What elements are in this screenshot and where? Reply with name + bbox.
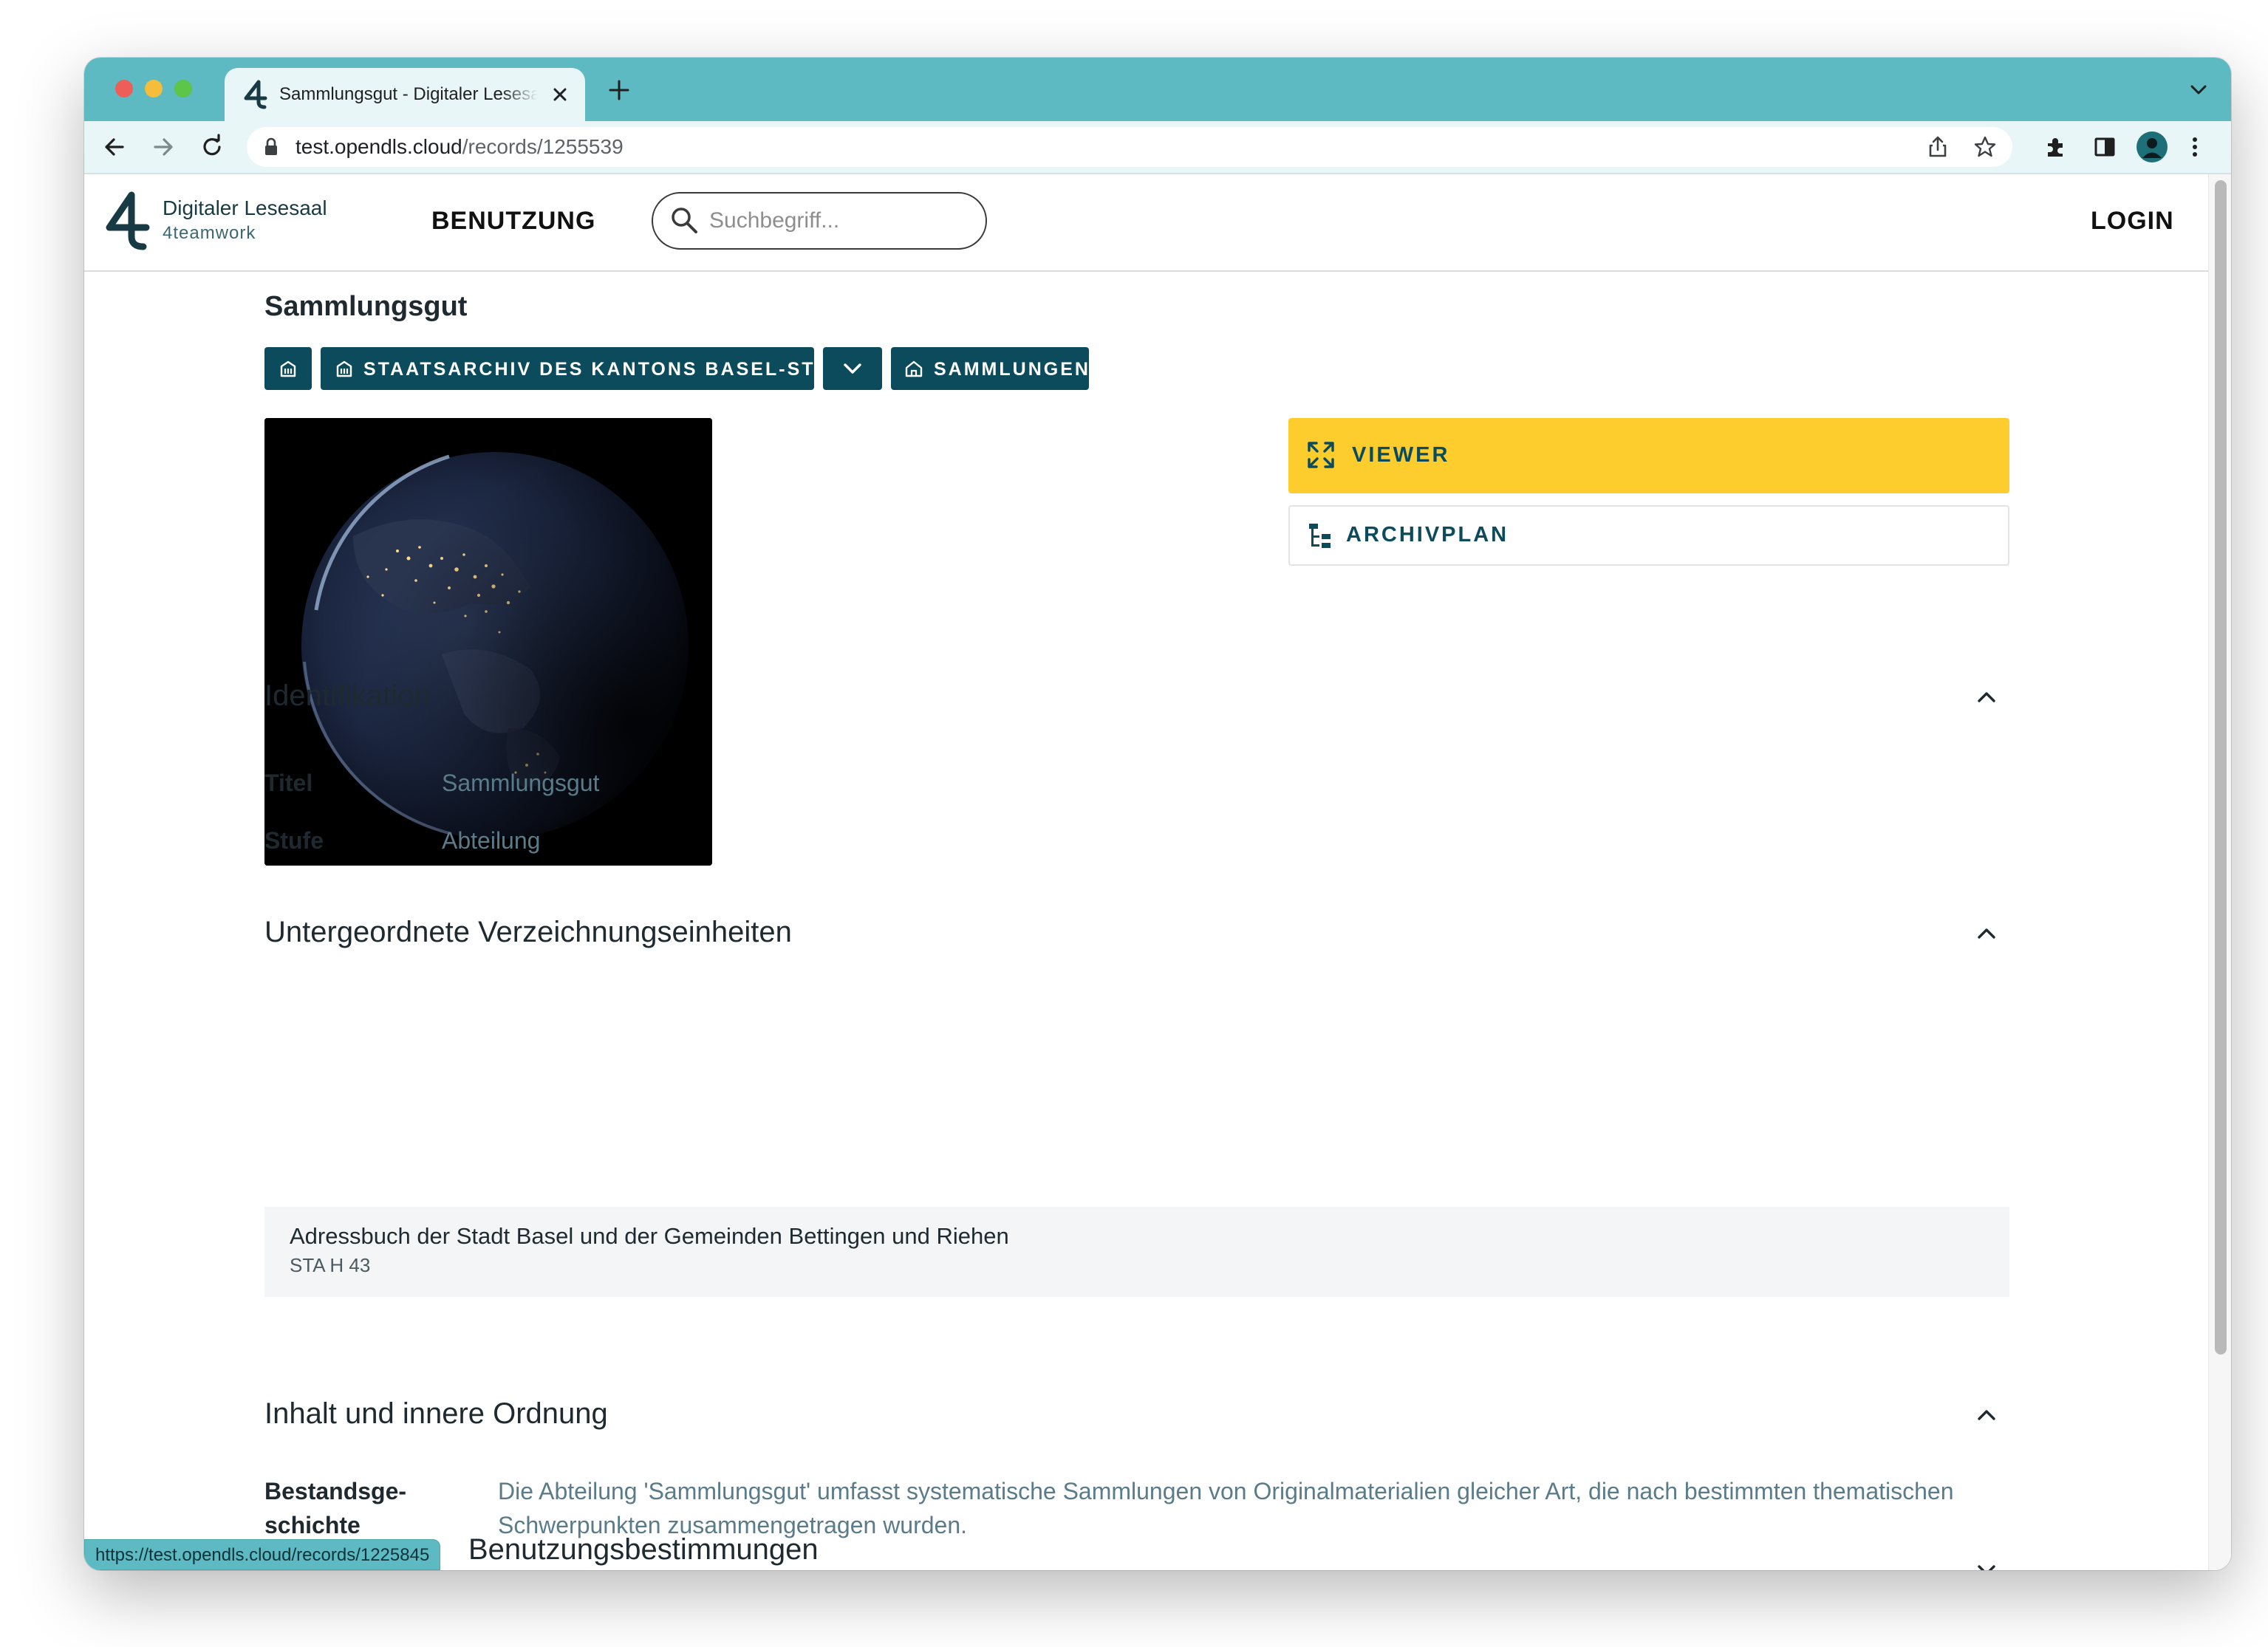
bookmark-star-icon[interactable] bbox=[1972, 134, 1998, 160]
url-host: test.opendls.cloud bbox=[296, 135, 462, 158]
login-link[interactable]: LOGIN bbox=[2091, 207, 2174, 236]
browser-tab[interactable]: Sammlungsgut - Digitaler Lesesaal bbox=[225, 68, 585, 121]
hierarchy-tree-icon bbox=[1309, 524, 1331, 548]
browser-menu-icon[interactable] bbox=[2184, 133, 2206, 161]
chevron-up-icon[interactable] bbox=[1975, 690, 1998, 705]
archive-building-icon bbox=[280, 360, 296, 377]
person-icon bbox=[2142, 138, 2162, 158]
maximize-window-button[interactable] bbox=[174, 80, 192, 97]
section-inhalt-heading[interactable]: Inhalt und innere Ordnung bbox=[264, 1397, 608, 1431]
site-logo-icon[interactable] bbox=[103, 191, 152, 251]
url-text[interactable]: test.opendls.cloud/records/1255539 bbox=[296, 136, 624, 158]
section-benutzung-heading[interactable]: Benutzungsbestimmungen bbox=[468, 1533, 819, 1566]
viewer-button[interactable]: VIEWER bbox=[1288, 418, 2009, 493]
earth-image bbox=[264, 418, 712, 866]
search-icon bbox=[672, 208, 697, 233]
tab-bar: Sammlungsgut - Digitaler Lesesaal bbox=[84, 58, 2231, 121]
field-value-stufe: Abteilung bbox=[442, 827, 541, 854]
site-header: Digitaler Lesesaal 4teamwork BENUTZUNG L… bbox=[84, 174, 2209, 272]
label-line-1: Bestandsge- bbox=[264, 1478, 407, 1504]
breadcrumb-archive-icon-button[interactable] bbox=[264, 347, 312, 390]
reload-icon[interactable] bbox=[198, 133, 226, 161]
page-viewport: Digitaler Lesesaal 4teamwork BENUTZUNG L… bbox=[84, 174, 2231, 1570]
close-tab-icon[interactable] bbox=[550, 84, 570, 105]
chevron-down-icon[interactable] bbox=[1975, 1563, 1998, 1570]
extensions-puzzle-icon[interactable] bbox=[2042, 133, 2070, 161]
share-icon[interactable] bbox=[1925, 134, 1950, 160]
chevron-up-icon[interactable] bbox=[1975, 1408, 1998, 1422]
viewer-label: VIEWER bbox=[1352, 443, 1450, 467]
unit-code: STA H 43 bbox=[290, 1254, 371, 1276]
section-identifikation-heading[interactable]: Identifikation bbox=[264, 679, 431, 713]
home-icon bbox=[905, 360, 923, 377]
field-label-bestandsgeschichte: Bestandsge- schichte bbox=[264, 1474, 442, 1542]
breadcrumb-label: STAATSARCHIV DES KANTONS BASEL-STADT bbox=[363, 359, 859, 380]
unit-title: Adressbuch der Stadt Basel und der Gemei… bbox=[290, 1223, 1009, 1249]
scrollbar[interactable] bbox=[2208, 174, 2231, 1570]
back-arrow-icon[interactable] bbox=[100, 133, 129, 161]
breadcrumb-dropdown-button[interactable] bbox=[823, 347, 882, 390]
nav-benutzung[interactable]: BENUTZUNG bbox=[431, 207, 595, 236]
archivplan-button[interactable]: ARCHIVPLAN bbox=[1288, 505, 2009, 566]
minimize-window-button[interactable] bbox=[145, 80, 163, 97]
archive-building-icon bbox=[336, 360, 352, 377]
link-status-bar: https://test.opendls.cloud/records/12258… bbox=[84, 1539, 441, 1570]
field-value-titel: Sammlungsgut bbox=[442, 770, 600, 796]
lock-icon[interactable] bbox=[263, 137, 279, 157]
browser-window: Sammlungsgut - Digitaler Lesesaal test.o… bbox=[84, 58, 2231, 1570]
chevron-up-icon[interactable] bbox=[1975, 926, 1998, 941]
page-title: Sammlungsgut bbox=[264, 291, 468, 322]
breadcrumb-sammlungen[interactable]: SAMMLUNGEN bbox=[891, 347, 1089, 390]
archivplan-label: ARCHIVPLAN bbox=[1346, 523, 1509, 547]
breadcrumb-label: SAMMLUNGEN bbox=[934, 359, 1090, 380]
tab-title: Sammlungsgut - Digitaler Lesesaal bbox=[279, 84, 538, 104]
expand-icon bbox=[1308, 442, 1334, 468]
close-window-button[interactable] bbox=[115, 80, 133, 97]
section-untergeordnete-heading[interactable]: Untergeordnete Verzeichnungseinheiten bbox=[264, 916, 792, 949]
url-path: /records/1255539 bbox=[462, 135, 624, 158]
field-label-stufe: Stufe bbox=[264, 827, 324, 854]
profile-avatar[interactable] bbox=[2137, 131, 2168, 162]
address-bar[interactable]: test.opendls.cloud/records/1255539 bbox=[247, 127, 2012, 167]
site-favicon-icon bbox=[244, 80, 267, 109]
new-tab-icon[interactable] bbox=[607, 78, 631, 102]
field-label-titel: Titel bbox=[264, 770, 313, 796]
brand-title[interactable]: Digitaler Lesesaal bbox=[163, 196, 327, 220]
label-line-2: schichte bbox=[264, 1512, 361, 1538]
breadcrumb-staatsarchiv[interactable]: STAATSARCHIV DES KANTONS BASEL-STADT bbox=[321, 347, 856, 390]
field-value-bestandsgeschichte: Die Abteilung 'Sammlungsgut' umfasst sys… bbox=[498, 1478, 1954, 1538]
record-thumbnail[interactable] bbox=[264, 418, 712, 866]
side-panel-icon[interactable] bbox=[2091, 133, 2119, 161]
chevron-down-icon bbox=[844, 363, 861, 374]
brand-subtitle: 4teamwork bbox=[163, 223, 256, 243]
forward-arrow-icon[interactable] bbox=[149, 133, 177, 161]
list-item[interactable]: Adressbuch der Stadt Basel und der Gemei… bbox=[264, 1207, 2009, 1297]
browser-toolbar: test.opendls.cloud/records/1255539 bbox=[84, 121, 2231, 174]
tab-search-chevron-icon[interactable] bbox=[2188, 81, 2209, 99]
search-input[interactable] bbox=[652, 192, 987, 250]
scrollbar-thumb[interactable] bbox=[2215, 180, 2227, 1355]
